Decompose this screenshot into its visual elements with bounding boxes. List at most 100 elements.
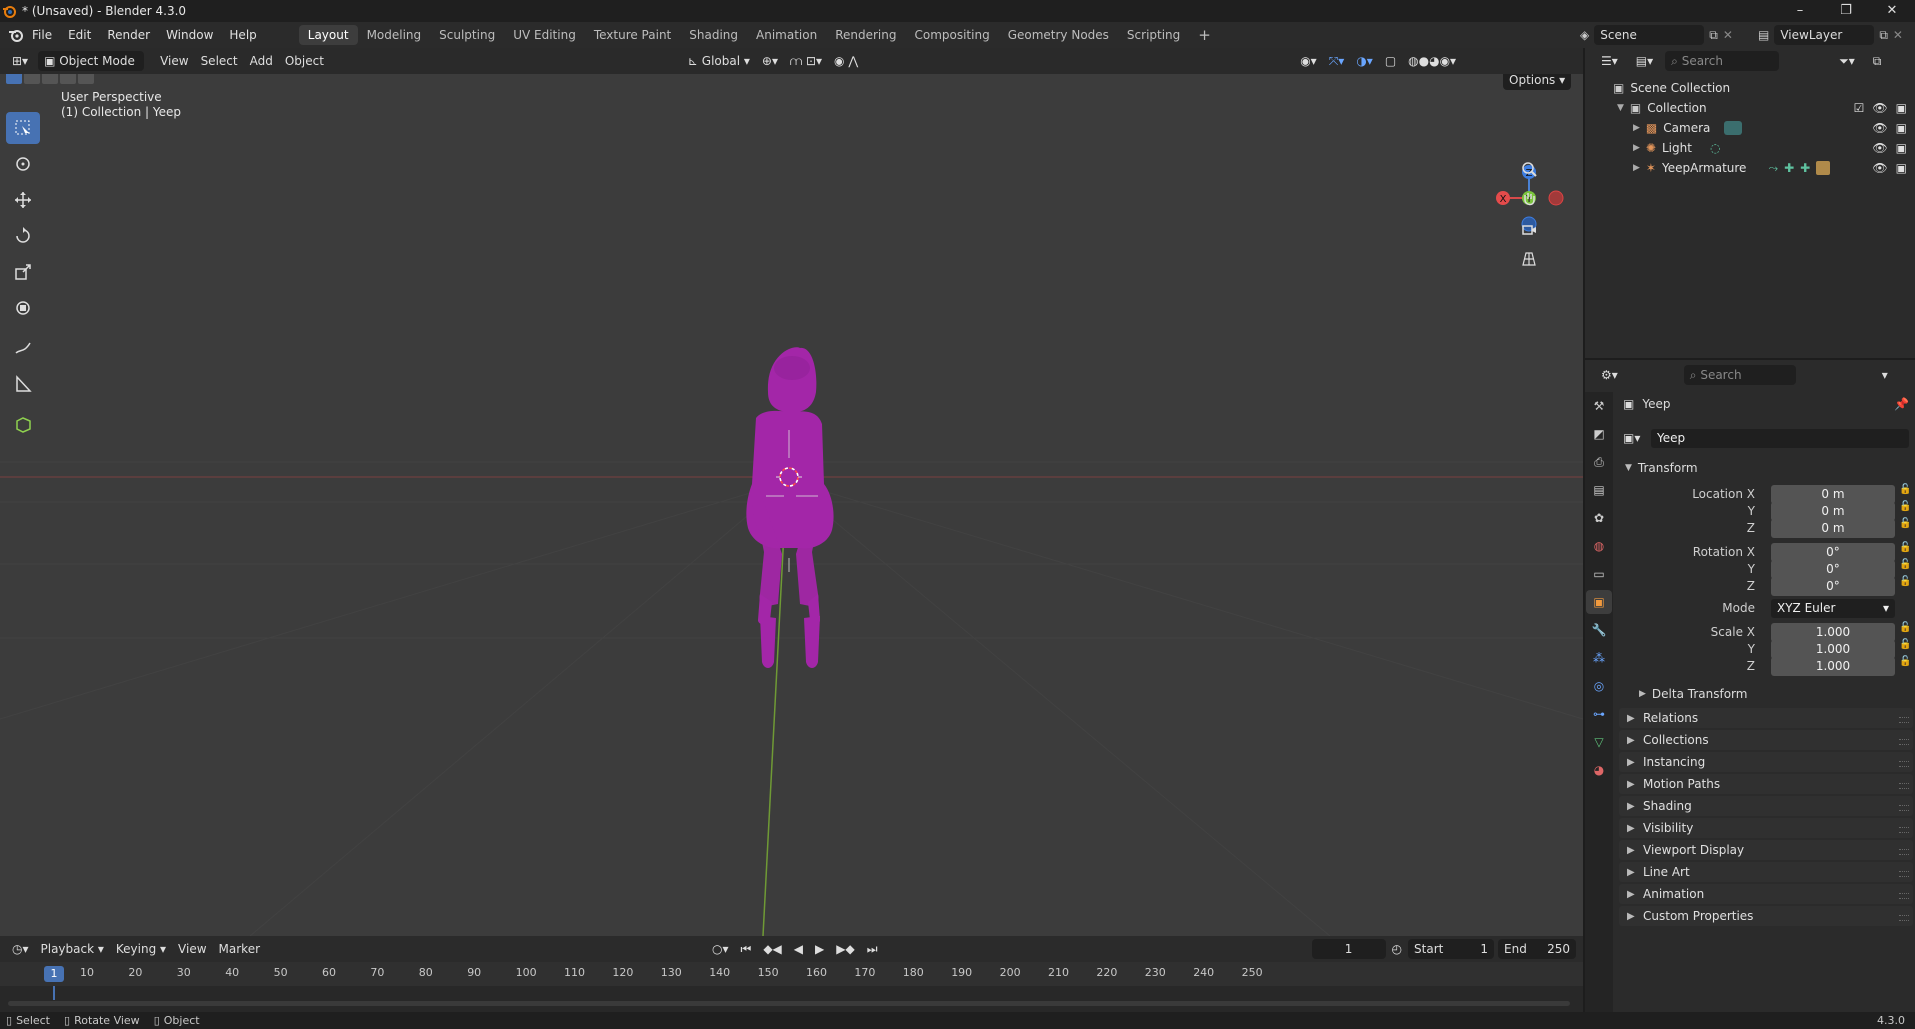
maximize-button[interactable]: ❐ xyxy=(1823,0,1869,22)
world-tab-icon[interactable]: ◍ xyxy=(1586,534,1612,558)
mode-dropdown[interactable]: ▣ Object Mode ▾ xyxy=(38,51,145,88)
output-tab-icon[interactable]: ⎙ xyxy=(1586,450,1612,474)
menu-select[interactable]: Select xyxy=(195,51,244,71)
rotate-tool[interactable] xyxy=(6,220,40,252)
view-layer-tab-icon[interactable]: ▤ xyxy=(1586,478,1612,502)
collection-expand-icon[interactable]: ▼ xyxy=(1617,103,1624,113)
pivot-icon[interactable]: ⊕▾ xyxy=(756,51,784,71)
panel-expand-icon[interactable]: ▶ xyxy=(1627,713,1637,724)
lock-rotation-z-icon[interactable]: 🔓 xyxy=(1899,576,1911,587)
tab-layout[interactable]: Layout xyxy=(298,25,358,45)
collection-row[interactable]: ▼ ▣ Collection ☑ 👁 ▣ xyxy=(1585,98,1915,118)
frame-ruler[interactable]: 1 10 20 30 40 50 60 70 80 90 100 110 120 130 140 150 16… xyxy=(0,962,1583,986)
view-layer-selector[interactable]: ▤ ViewLayer ⧉ ✕ xyxy=(1758,25,1913,45)
camera-expand-icon[interactable]: ▶ xyxy=(1633,123,1640,133)
data-tab-icon[interactable]: ▽ xyxy=(1586,730,1612,754)
yeeparmature-row[interactable]: ▶ ✶ YeepArmature ⤳ ✚ ✚ 👁 ▣ xyxy=(1585,158,1915,178)
panel-relations[interactable]: ▶ Relations xyxy=(1619,708,1913,728)
panel-expand-icon[interactable]: ▶ xyxy=(1627,757,1637,768)
panel-expand-icon[interactable]: ▶ xyxy=(1627,911,1637,922)
panel-visibility[interactable]: ▶ Visibility xyxy=(1619,818,1913,838)
panel-expand-icon[interactable]: ▶ xyxy=(1627,845,1637,856)
play-icon[interactable]: ▶ xyxy=(809,939,830,959)
transform-collapse-icon[interactable]: ▼ xyxy=(1625,463,1632,473)
menu-view[interactable]: View xyxy=(154,51,194,71)
tab-geometry-nodes[interactable]: Geometry Nodes xyxy=(999,25,1118,45)
panel-motion-paths[interactable]: ▶ Motion Paths xyxy=(1619,774,1913,794)
gizmo-toggle-icon[interactable]: ⤧▾ xyxy=(1323,51,1351,71)
menu-edit[interactable]: Edit xyxy=(60,22,99,48)
delete-scene-icon[interactable]: ✕ xyxy=(1723,28,1733,42)
overlay-toggle-icon[interactable]: ◑▾ xyxy=(1350,51,1379,71)
tab-texture-paint[interactable]: Texture Paint xyxy=(585,25,680,45)
panel-drag-grip[interactable] xyxy=(1899,849,1909,855)
preview-range-icon[interactable]: ◴ xyxy=(1386,939,1408,959)
3d-viewport[interactable]: Z X Y User Perspective (1) Collection | … xyxy=(0,74,1583,936)
constraints-tab-icon[interactable]: ⊶ xyxy=(1586,702,1612,726)
camera-view-icon[interactable] xyxy=(1516,216,1542,242)
xray-icon[interactable]: ▢ xyxy=(1379,51,1402,71)
annotate-tool[interactable] xyxy=(6,332,40,364)
menu-render[interactable]: Render xyxy=(99,22,158,48)
transform-tool[interactable] xyxy=(6,292,40,324)
keyframe-track-area[interactable] xyxy=(0,986,1583,1012)
lock-scale-x-icon[interactable]: 🔓 xyxy=(1899,622,1911,633)
transform-panel-header[interactable]: ▼ Transform xyxy=(1617,458,1915,478)
light-row[interactable]: ▶ ✺ Light ◌ 👁 ▣ xyxy=(1585,138,1915,158)
proportional-edit-icon[interactable]: ◉ ⋀ xyxy=(828,51,864,71)
minimize-button[interactable]: – xyxy=(1777,0,1823,22)
tab-uv-editing[interactable]: UV Editing xyxy=(504,25,585,45)
collection-tab-icon[interactable]: ▭ xyxy=(1586,562,1612,586)
scene-name-field[interactable]: Scene xyxy=(1594,25,1705,45)
tab-animation[interactable]: Animation xyxy=(747,25,826,45)
new-scene-icon[interactable]: ⧉ xyxy=(1709,28,1718,43)
panel-expand-icon[interactable]: ▶ xyxy=(1627,823,1637,834)
select-invert-icon[interactable] xyxy=(60,74,76,84)
panel-collections[interactable]: ▶ Collections xyxy=(1619,730,1913,750)
play-reverse-icon[interactable]: ◀ xyxy=(788,939,809,959)
menu-playback[interactable]: Playback ▾ xyxy=(35,939,110,959)
jump-start-icon[interactable]: ⏮ xyxy=(735,939,758,959)
current-frame-field[interactable]: 1 xyxy=(1311,939,1386,959)
add-cube-tool[interactable] xyxy=(6,408,40,440)
tab-compositing[interactable]: Compositing xyxy=(905,25,998,45)
outliner-editor-type-icon[interactable]: ☰▾ xyxy=(1595,51,1624,71)
menu-timeline-view[interactable]: View xyxy=(172,939,212,959)
view-layer-name-field[interactable]: ViewLayer xyxy=(1774,25,1875,45)
panel-animation[interactable]: ▶ Animation xyxy=(1619,884,1913,904)
armature-pose-icon[interactable]: ✚ xyxy=(1784,161,1794,175)
tool-tab-icon[interactable]: ⚒ xyxy=(1586,394,1612,418)
orientation-dropdown[interactable]: ⊾ Global ▾ xyxy=(682,51,756,71)
panel-drag-grip[interactable] xyxy=(1899,893,1909,899)
panel-drag-grip[interactable] xyxy=(1899,805,1909,811)
object-tab-icon[interactable]: ▣ xyxy=(1586,590,1612,614)
tab-rendering[interactable]: Rendering xyxy=(826,25,905,45)
select-box-tool[interactable] xyxy=(6,112,40,144)
material-tab-icon[interactable]: ◕ xyxy=(1586,758,1612,782)
panel-expand-icon[interactable]: ▶ xyxy=(1627,779,1637,790)
camera-render-icon[interactable]: ▣ xyxy=(1896,121,1907,135)
armature-modifier-icon[interactable]: ⤳ xyxy=(1768,161,1778,176)
lock-rotation-y-icon[interactable]: 🔓 xyxy=(1899,559,1911,570)
snap-icon[interactable]: ⩋ ⊡▾ xyxy=(784,51,828,71)
panel-drag-grip[interactable] xyxy=(1899,915,1909,921)
auto-keying-icon[interactable]: ○▾ xyxy=(706,939,735,959)
editor-type-icon[interactable]: ⊞▾ xyxy=(6,51,34,71)
menu-add[interactable]: Add xyxy=(244,51,279,71)
new-view-layer-icon[interactable]: ⧉ xyxy=(1879,28,1888,43)
tab-scripting[interactable]: Scripting xyxy=(1118,25,1189,45)
panel-drag-grip[interactable] xyxy=(1899,783,1909,789)
camera-row[interactable]: ▶ ▩ Camera 👁 ▣ xyxy=(1585,118,1915,138)
light-eye-icon[interactable]: 👁 xyxy=(1872,141,1887,155)
zoom-icon[interactable] xyxy=(1516,156,1542,182)
panel-expand-icon[interactable]: ▶ xyxy=(1627,735,1637,746)
object-name-field[interactable]: Yeep xyxy=(1651,428,1909,448)
select-new-icon[interactable] xyxy=(6,74,22,84)
lock-scale-z-icon[interactable]: 🔓 xyxy=(1899,656,1911,667)
scene-selector[interactable]: ◈ Scene ⧉ ✕ xyxy=(1580,25,1750,45)
lock-scale-y-icon[interactable]: 🔓 xyxy=(1899,639,1911,650)
location-z-field[interactable]: 0 m xyxy=(1771,518,1895,538)
move-tool[interactable] xyxy=(6,184,40,216)
panel-drag-grip[interactable] xyxy=(1899,761,1909,767)
armature-expand-icon[interactable]: ▶ xyxy=(1633,163,1640,173)
